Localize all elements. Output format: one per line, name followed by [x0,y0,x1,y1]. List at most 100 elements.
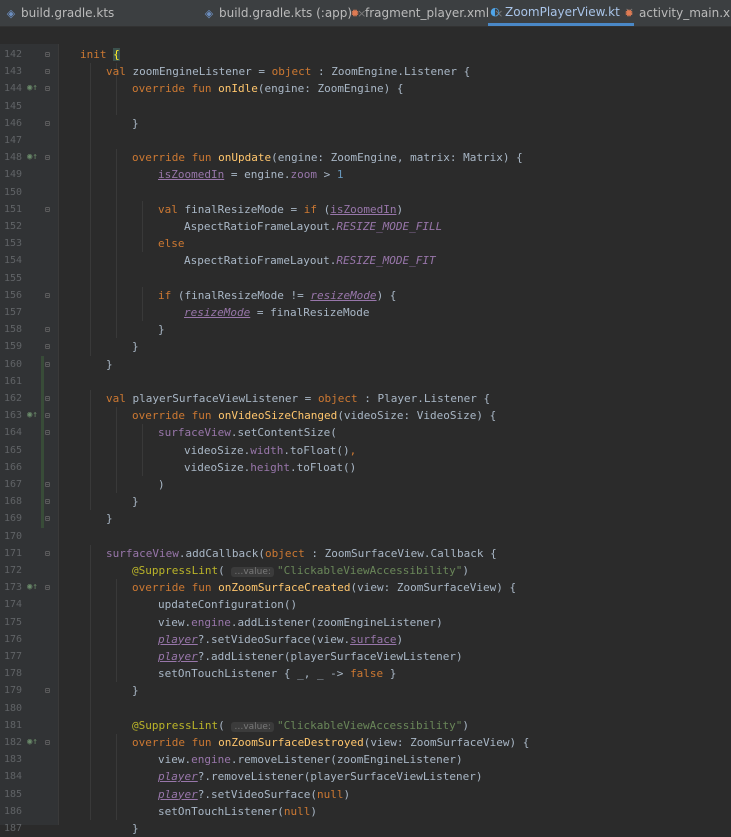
code-line[interactable]: } [106,510,113,527]
code-line[interactable]: videoSize.height.toFloat() [184,459,356,476]
code-line[interactable]: AspectRatioFrameLayout.RESIZE_MODE_FILL [184,218,442,235]
code-line[interactable]: isZoomedIn = engine.zoom > 1 [158,166,343,183]
line-number: 185 [3,788,22,800]
fold-toggle-icon[interactable]: ⊟ [45,407,50,424]
code-line[interactable]: val zoomEngineListener = object : ZoomEn… [106,63,470,80]
code-token: ( [218,564,232,577]
code-line[interactable]: player?.removeListener(playerSurfaceView… [158,768,483,785]
tab-5[interactable]: ✹ activity_main.xml [622,0,731,26]
code-line[interactable]: videoSize.width.toFloat(), [184,442,356,459]
code-token: ) [343,787,351,801]
fold-toggle-icon[interactable]: ⊟ [45,287,50,304]
fold-toggle-icon[interactable]: ⊟ [45,579,50,596]
code-token: ) [396,202,404,216]
code-area[interactable]: init {val zoomEngineListener = object : … [62,44,731,835]
indent-guide [90,63,91,356]
fold-toggle-icon[interactable]: ⊟ [45,734,50,751]
fold-toggle-icon[interactable]: ⊟ [45,149,50,166]
code-line[interactable]: override fun onZoomSurfaceDestroyed(view… [132,734,529,751]
code-token: player [158,632,198,646]
code-line[interactable]: val finalResizeMode = if (isZoomedIn) [158,201,403,218]
fold-toggle-icon[interactable]: ⊟ [45,510,50,527]
code-token: isZoomedIn [158,168,225,182]
indent-guide [116,734,117,820]
line-number: 163 [3,410,22,422]
code-token: if [158,288,178,302]
fold-toggle-icon[interactable]: ⊟ [45,424,50,441]
line-number: 168 [3,496,22,508]
fold-toggle-icon[interactable]: ⊟ [45,390,50,407]
code-line[interactable]: surfaceView.addCallback(object : ZoomSur… [106,545,497,562]
code-line[interactable]: } [132,493,139,510]
tab-3[interactable]: ✹ fragment_player.xml × [348,0,503,26]
code-line[interactable]: init { [80,46,120,63]
code-line[interactable]: } [132,820,139,837]
code-line[interactable]: updateConfiguration() [158,596,297,613]
fold-toggle-icon[interactable]: ⊟ [45,321,50,338]
line-number: 144 [3,83,22,95]
code-line[interactable]: override fun onUpdate(engine: ZoomEngine… [132,149,523,166]
code-line[interactable]: AspectRatioFrameLayout.RESIZE_MODE_FIT [184,252,436,269]
code-line[interactable]: player?.setVideoSurface(view.surface) [158,631,403,648]
code-token: onUpdate [218,151,272,165]
code-line[interactable]: } [132,338,139,355]
code-line[interactable]: override fun onVideoSizeChanged(videoSiz… [132,407,496,424]
code-line[interactable]: setOnTouchListener(null) [158,803,317,820]
code-line[interactable]: else [158,235,185,252]
vcs-change-marker[interactable] [41,355,44,528]
fold-toggle-icon[interactable]: ⊟ [45,115,50,132]
code-line[interactable]: setOnTouchListener { _, _ -> false } [158,665,396,682]
code-line[interactable]: surfaceView.setContentSize( [158,424,337,441]
line-number: 158 [3,324,22,336]
code-editor[interactable]: 142 ⊟ 143 ⊟ 144 ◉↑ ⊟ 145 146 ⊟ 147 148 ◉↑ ⊟ 149 150 151 ⊟… [0,44,731,835]
line-number: 171 [3,547,22,559]
code-token: engine [191,753,231,767]
code-token: ?.addListener(playerSurfaceViewListener) [197,650,463,663]
fold-toggle-icon[interactable]: ⊟ [45,46,50,63]
fold-toggle-icon[interactable]: ⊟ [45,476,50,493]
override-marker-icon[interactable]: ◉↑ [27,734,38,751]
tab-label: activity_main.xml [639,6,731,20]
fold-toggle-icon[interactable]: ⊟ [45,63,50,80]
code-line[interactable]: override fun onIdle(engine: ZoomEngine) … [132,80,404,97]
code-line[interactable]: } [106,356,113,373]
code-line[interactable]: resizeMode = finalResizeMode [184,304,369,321]
code-token: override fun [132,82,219,96]
code-token: override fun [132,151,219,165]
code-line[interactable]: player?.setVideoSurface(null) [158,786,350,803]
code-token: onVideoSizeChanged [218,409,338,423]
code-token: zoom [290,168,317,182]
code-line[interactable]: if (finalResizeMode != resizeMode) { [158,287,396,304]
tab-1[interactable]: ◈ build.gradle.kts [4,0,115,26]
code-line[interactable]: override fun onZoomSurfaceCreated(view: … [132,579,516,596]
code-line[interactable]: } [158,321,165,338]
override-marker-icon[interactable]: ◉↑ [27,579,38,596]
code-line[interactable]: val playerSurfaceViewListener = object :… [106,390,490,407]
tab-4[interactable]: ◐ ZoomPlayerView.kt × [488,0,634,26]
code-token: playerSurfaceViewListener = [132,392,318,405]
line-number: 157 [3,307,22,318]
override-marker-icon[interactable]: ◉↑ [27,407,38,424]
fold-toggle-icon[interactable]: ⊟ [45,545,50,562]
fold-toggle-icon[interactable]: ⊟ [45,338,50,355]
code-line[interactable]: @SuppressLint( …value: "ClickableViewAcce… [132,717,469,736]
fold-toggle-icon[interactable]: ⊟ [45,493,50,510]
fold-toggle-icon[interactable]: ⊟ [45,356,50,373]
line-number: 143 [3,66,22,78]
fold-toggle-icon[interactable]: ⊟ [45,201,50,218]
fold-toggle-icon[interactable]: ⊟ [45,80,50,97]
tab-2[interactable]: ◈ build.gradle.kts (:app) × [202,0,367,26]
code-line[interactable]: ) [158,476,165,493]
code-line[interactable]: player?.addListener(playerSurfaceViewLis… [158,648,463,665]
code-line[interactable]: view.engine.addListener(zoomEngineListen… [158,614,443,631]
code-line[interactable]: } [132,115,139,132]
code-line[interactable]: } [132,682,139,699]
code-token: .addCallback( [178,546,265,560]
fold-toggle-icon[interactable]: ⊟ [45,682,50,699]
code-token: } [106,512,113,526]
override-marker-icon[interactable]: ◉↑ [27,149,38,166]
code-line[interactable]: view.engine.removeListener(zoomEngineLis… [158,751,463,768]
code-line[interactable]: @SuppressLint( …value: "ClickableViewAcce… [132,562,469,581]
override-marker-icon[interactable]: ◉↑ [27,80,38,97]
code-token: surface [350,632,397,646]
